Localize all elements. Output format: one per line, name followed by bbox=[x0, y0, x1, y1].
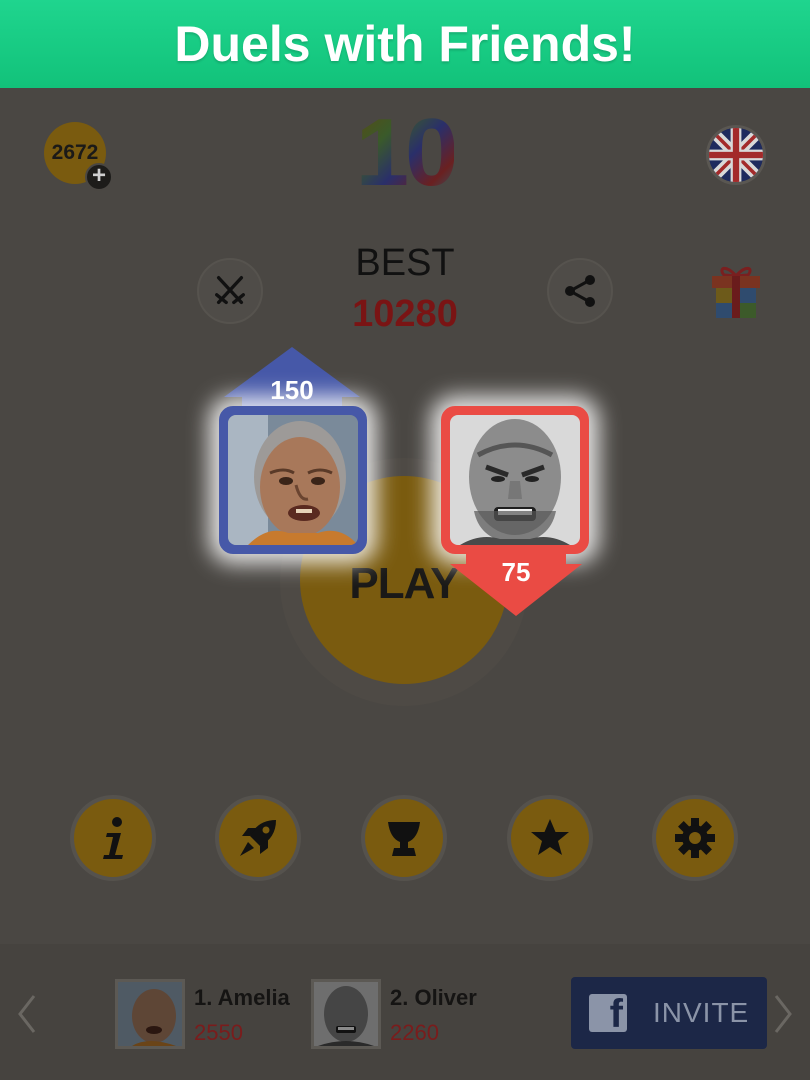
best-label: BEST bbox=[355, 242, 455, 284]
info-icon bbox=[103, 817, 123, 859]
trophy-icon bbox=[388, 822, 420, 856]
uk-flag-icon[interactable] bbox=[706, 125, 766, 185]
boost-button[interactable] bbox=[215, 795, 301, 881]
player-card-grandma[interactable] bbox=[219, 406, 367, 554]
avatar bbox=[115, 979, 185, 1049]
player-up-score: 150 bbox=[270, 375, 314, 405]
settings-button[interactable] bbox=[652, 795, 738, 881]
banner-title: Duels with Friends! bbox=[174, 16, 636, 72]
player-card-angry-man[interactable] bbox=[441, 406, 589, 554]
leaderboard-score: 2260 bbox=[390, 1020, 439, 1045]
avatar bbox=[311, 979, 381, 1049]
duel-button[interactable] bbox=[197, 258, 263, 324]
leaderboard-name: 2. Oliver bbox=[390, 985, 477, 1010]
leaderboard-score: 2550 bbox=[194, 1020, 243, 1045]
player-down-score: 75 bbox=[501, 557, 531, 587]
invite-label: INVITE bbox=[653, 997, 750, 1028]
share-icon bbox=[565, 275, 595, 307]
star-icon bbox=[531, 819, 569, 855]
info-button[interactable] bbox=[70, 795, 156, 881]
gear-icon bbox=[675, 818, 715, 858]
crossed-swords-icon bbox=[215, 276, 245, 305]
trophy-button[interactable] bbox=[361, 795, 447, 881]
facebook-icon: f bbox=[589, 994, 627, 1032]
promo-banner: Duels with Friends! bbox=[0, 0, 810, 88]
add-coins-icon[interactable]: + bbox=[85, 163, 113, 191]
gift-icon[interactable] bbox=[708, 262, 764, 320]
logo-number: 10 bbox=[355, 99, 459, 206]
chevron-left-icon[interactable] bbox=[14, 992, 38, 1036]
best-score: 10280 bbox=[352, 293, 458, 335]
share-button[interactable] bbox=[547, 258, 613, 324]
invite-button[interactable]: f INVITE bbox=[571, 977, 767, 1049]
avatar bbox=[450, 415, 580, 545]
leaderboard-name: 1. Amelia bbox=[194, 985, 290, 1010]
avatar bbox=[228, 415, 358, 545]
rate-button[interactable] bbox=[507, 795, 593, 881]
game-logo: 10 bbox=[350, 99, 460, 206]
chevron-right-icon[interactable] bbox=[772, 992, 796, 1036]
rocket-icon bbox=[240, 820, 276, 856]
play-label: PLAY bbox=[349, 559, 459, 608]
